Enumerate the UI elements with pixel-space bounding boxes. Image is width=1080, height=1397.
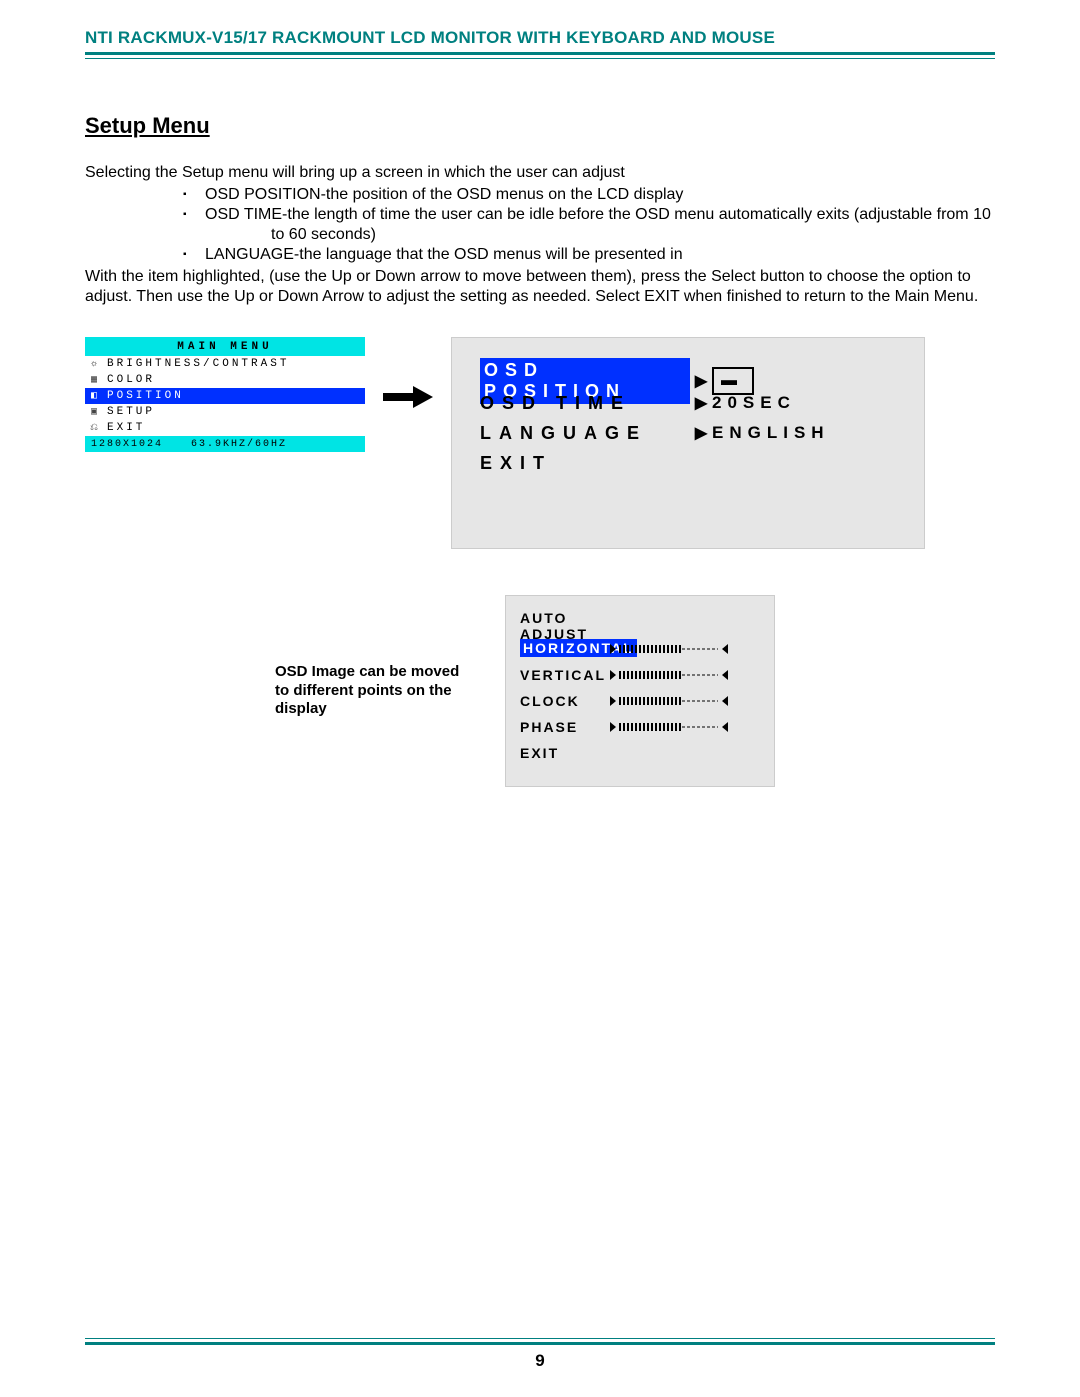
pos-row: CLOCK: [520, 688, 760, 714]
slider-icon: [610, 720, 760, 734]
main-menu-item-selected: ◧ POSITION: [85, 388, 365, 404]
main-menu-label: EXIT: [103, 422, 145, 434]
osd-row-selected: OSD POSITION ▶ ▬: [480, 358, 898, 388]
header-rule-thin: [85, 58, 995, 59]
main-menu-item: ⎌ EXIT: [85, 420, 365, 436]
arrow-right-icon: [383, 385, 433, 414]
figure-caption: OSD Image can be moved to different poin…: [275, 663, 475, 719]
main-menu-status: 1280X1024 63.9KHZ/60HZ: [85, 436, 365, 452]
osd-value: 20SEC: [712, 393, 898, 413]
osd-label: OSD TIME: [480, 393, 690, 414]
page-number: 9: [85, 1351, 995, 1371]
play-icon: ▶: [690, 371, 712, 391]
brightness-icon: ☼: [85, 357, 103, 371]
refresh-text: 63.9KHZ/60HZ: [191, 439, 287, 450]
main-menu-label: SETUP: [103, 406, 155, 418]
footer-rule-thin: [85, 1338, 995, 1339]
setup-icon: ▣: [85, 405, 103, 419]
bullet-item: OSD TIME-the length of time the user can…: [85, 205, 995, 225]
pos-label: AUTO ADJUST: [520, 610, 610, 642]
pos-label: EXIT: [520, 745, 610, 761]
main-menu-figure: MAIN MENU ☼ BRIGHTNESS/CONTRAST ▦ COLOR …: [85, 337, 365, 452]
main-menu-item: ☼ BRIGHTNESS/CONTRAST: [85, 356, 365, 372]
slider-icon: [610, 694, 760, 708]
osd-row: EXIT: [480, 448, 898, 478]
main-menu-label: BRIGHTNESS/CONTRAST: [103, 358, 289, 370]
play-icon: ▶: [690, 423, 712, 443]
slider-icon: [610, 668, 760, 682]
section-heading: Setup Menu: [85, 113, 995, 139]
pos-row: EXIT: [520, 740, 760, 766]
pos-row: AUTO ADJUST: [520, 610, 760, 636]
play-icon: ▶: [690, 393, 712, 413]
pos-row: VERTICAL: [520, 662, 760, 688]
osd-setup-figure: OSD POSITION ▶ ▬ OSD TIME ▶ 20SEC LANGUA…: [451, 337, 925, 549]
bullet-item: OSD POSITION-the position of the OSD men…: [85, 185, 995, 205]
exit-icon: ⎌: [85, 421, 103, 435]
bullet-list: LANGUAGE-the language that the OSD menus…: [85, 245, 995, 265]
osd-row: OSD TIME ▶ 20SEC: [480, 388, 898, 418]
main-menu-label: COLOR: [103, 374, 155, 386]
osd-row: LANGUAGE ▶ ENGLISH: [480, 418, 898, 448]
color-icon: ▦: [85, 373, 103, 387]
pos-row: PHASE: [520, 714, 760, 740]
position-icon: ◧: [85, 389, 103, 403]
header-rule-thick: [85, 52, 995, 55]
bullet-item: LANGUAGE-the language that the OSD menus…: [85, 245, 995, 265]
main-menu-item: ▣ SETUP: [85, 404, 365, 420]
pos-label: CLOCK: [520, 693, 610, 709]
footer-rule-thick: [85, 1342, 995, 1345]
instruction-paragraph: With the item highlighted, (use the Up o…: [85, 267, 995, 307]
main-menu-label: POSITION: [103, 390, 184, 402]
pos-label: VERTICAL: [520, 667, 610, 683]
main-menu-title: MAIN MENU: [85, 337, 365, 356]
position-panel-figure: AUTO ADJUST HORIZONTAL VERTICAL: [505, 595, 775, 787]
resolution-text: 1280X1024: [91, 439, 163, 450]
bullet-continuation: to 60 seconds): [85, 225, 995, 245]
lead-paragraph: Selecting the Setup menu will bring up a…: [85, 163, 995, 183]
position-indicator-icon: ▬: [712, 367, 754, 395]
osd-label: EXIT: [480, 453, 690, 474]
pos-row-selected: HORIZONTAL: [520, 636, 760, 662]
main-menu-item: ▦ COLOR: [85, 372, 365, 388]
slider-icon: [610, 642, 760, 656]
pos-label: PHASE: [520, 719, 610, 735]
document-header: NTI RACKMUX-V15/17 RACKMOUNT LCD MONITOR…: [85, 28, 995, 48]
osd-label: LANGUAGE: [480, 423, 690, 444]
bullet-list: OSD POSITION-the position of the OSD men…: [85, 185, 995, 225]
osd-value: ENGLISH: [712, 423, 898, 443]
